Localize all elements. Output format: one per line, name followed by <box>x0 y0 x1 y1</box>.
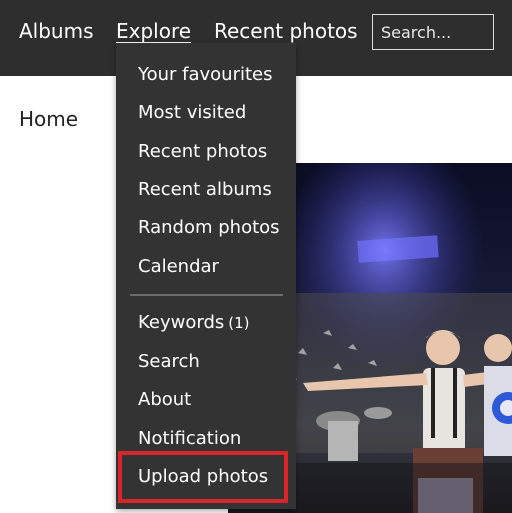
menu-item-keywords-label: Keywords <box>138 312 225 333</box>
keywords-count-badge: (1) <box>228 314 250 332</box>
menu-divider <box>130 294 283 296</box>
nav-recent-photos-link[interactable]: Recent photos <box>214 18 358 44</box>
nav-albums-link[interactable]: Albums <box>19 18 94 44</box>
menu-item-random-photos[interactable]: Random photos <box>138 216 280 240</box>
menu-item-upload-photos[interactable]: Upload photos <box>138 465 268 489</box>
page: Albums Explore Recent photos Home <box>0 0 512 513</box>
menu-item-keywords[interactable]: Keywords (1) <box>138 311 250 335</box>
menu-item-your-favourites[interactable]: Your favourites <box>138 63 273 87</box>
menu-item-most-visited[interactable]: Most visited <box>138 101 246 125</box>
search-input[interactable] <box>372 14 494 50</box>
menu-item-calendar[interactable]: Calendar <box>138 255 219 279</box>
menu-item-about[interactable]: About <box>138 388 191 412</box>
menu-item-search[interactable]: Search <box>138 350 200 374</box>
menu-item-notification[interactable]: Notification <box>138 427 241 451</box>
explore-dropdown-menu: Your favourites Most visited Recent phot… <box>116 43 296 509</box>
menu-item-recent-photos[interactable]: Recent photos <box>138 140 267 164</box>
breadcrumb-home[interactable]: Home <box>19 106 78 132</box>
menu-item-recent-albums[interactable]: Recent albums <box>138 178 272 202</box>
nav-explore-link[interactable]: Explore <box>116 18 191 44</box>
